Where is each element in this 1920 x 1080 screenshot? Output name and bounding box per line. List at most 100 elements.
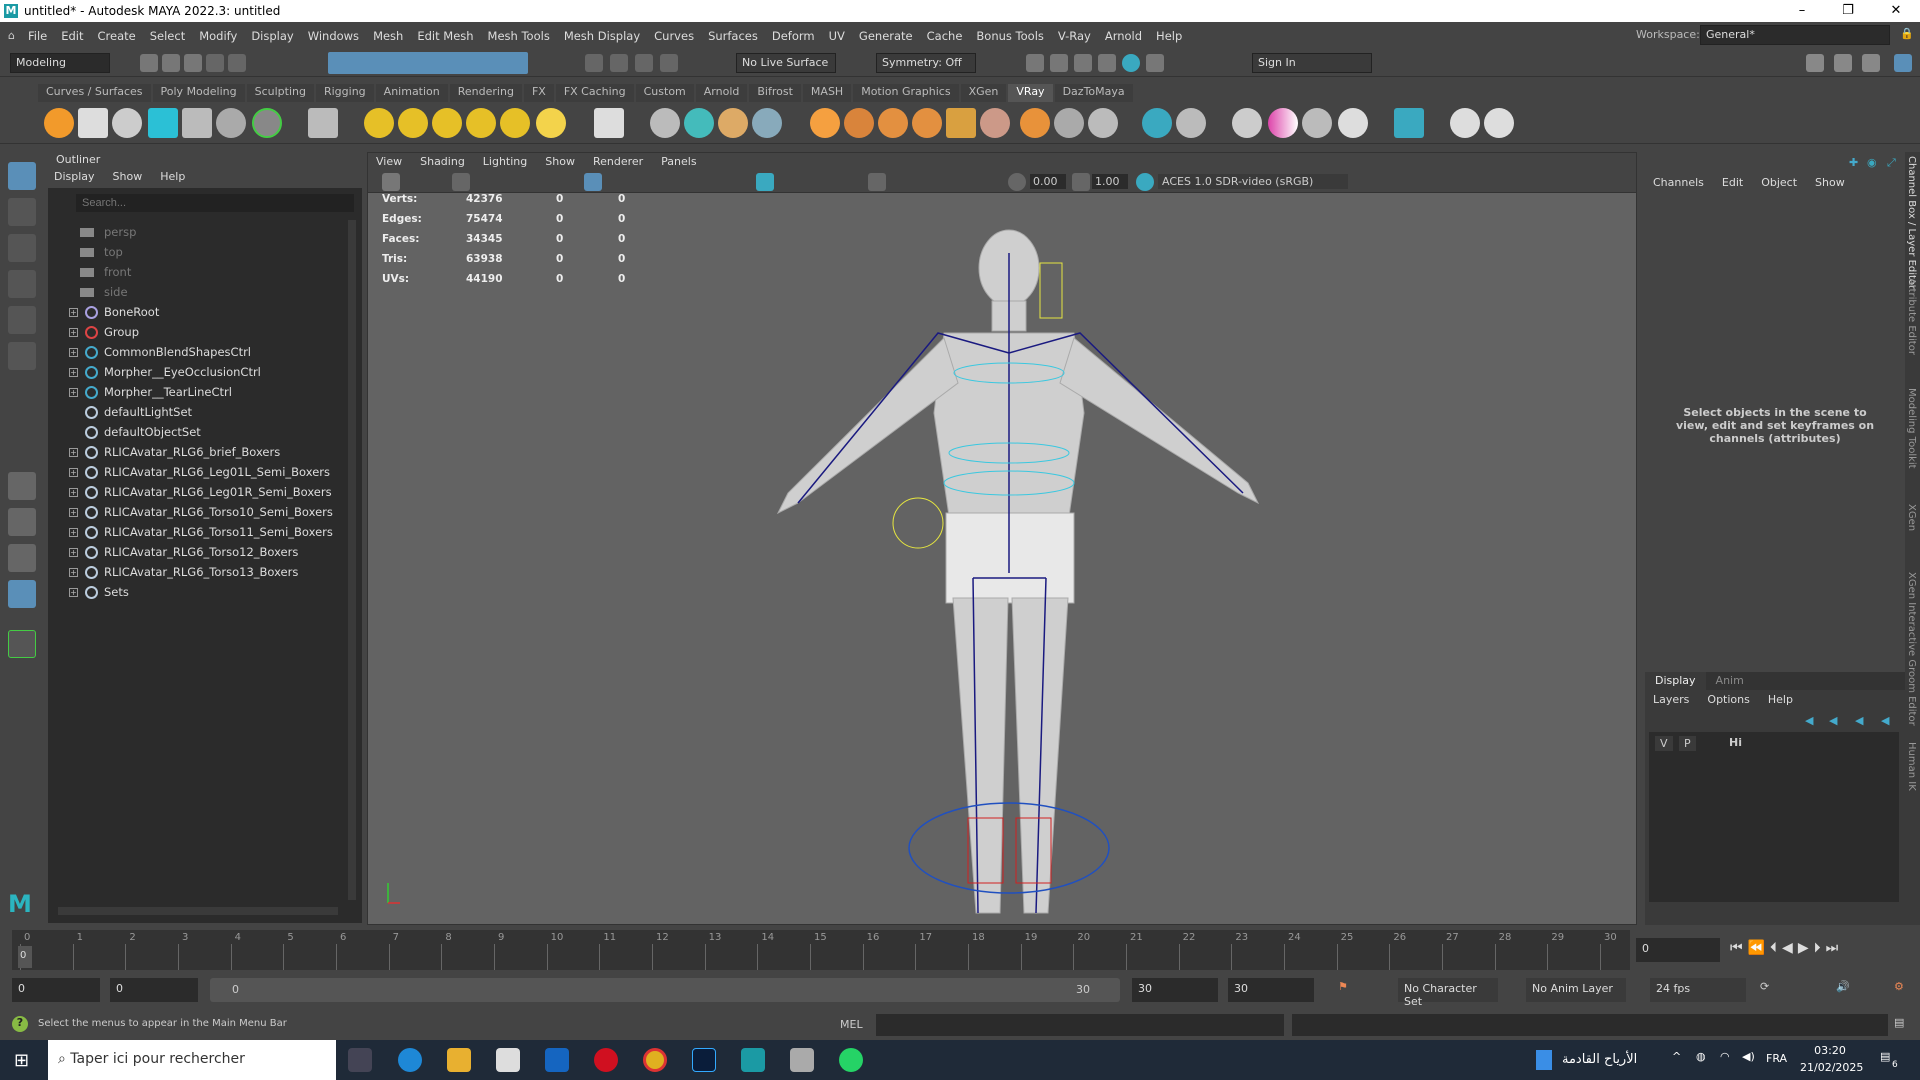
chrome-icon[interactable] <box>643 1048 667 1072</box>
layout-icon[interactable] <box>1394 108 1424 138</box>
save-scene-icon[interactable] <box>184 54 202 72</box>
side-tab-xgen[interactable]: XGen <box>1906 504 1917 531</box>
outliner-item[interactable]: + CommonBlendShapesCtrl <box>48 342 338 362</box>
volume-icon[interactable]: ◀) <box>1742 1050 1755 1063</box>
side-tab-xgen-interactive-groom-editor[interactable]: XGen Interactive Groom Editor <box>1906 572 1917 726</box>
menu-arnold[interactable]: Arnold <box>1098 29 1149 43</box>
outliner-item[interactable]: front <box>48 262 338 282</box>
ipr-render-icon[interactable] <box>1050 54 1068 72</box>
menu-display[interactable]: Display <box>244 29 300 43</box>
exposure-icon[interactable] <box>1008 173 1026 191</box>
displacement-icon[interactable] <box>844 108 874 138</box>
outliner-item[interactable]: + Morpher__EyeOcclusionCtrl <box>48 362 338 382</box>
ies-light-icon[interactable] <box>500 108 530 138</box>
mel-command-input[interactable] <box>876 1014 1284 1036</box>
plane-icon[interactable] <box>594 108 624 138</box>
sound-icon[interactable]: 🔊 <box>1836 980 1850 993</box>
smooth-shade-icon[interactable] <box>756 173 774 191</box>
shelf-tab-arnold[interactable]: Arnold <box>695 84 748 102</box>
anim-prefs-icon[interactable]: ⚙ <box>1894 980 1904 993</box>
pin-icon[interactable]: ✚ <box>1849 156 1858 169</box>
go-to-start-icon[interactable]: ⏮ <box>1730 940 1748 956</box>
four-view-layout-icon[interactable] <box>8 508 36 536</box>
layer-move-down-icon[interactable]: ◀ <box>1829 714 1837 727</box>
file-explorer-icon[interactable] <box>447 1048 471 1072</box>
outliner-search-input[interactable] <box>76 194 354 212</box>
expand-toggle-icon[interactable]: + <box>69 387 78 397</box>
object-properties-icon[interactable] <box>912 108 942 138</box>
grid-icon[interactable] <box>946 108 976 138</box>
mel-label[interactable]: MEL <box>840 1018 863 1031</box>
outliner-item[interactable]: + RLICAvatar_RLG6_Torso12_Boxers <box>48 542 338 562</box>
outliner-item[interactable]: side <box>48 282 338 302</box>
character-scene[interactable] <box>368 193 1636 923</box>
expand-toggle-icon[interactable]: + <box>69 447 78 457</box>
snap-curve-icon[interactable] <box>610 54 628 72</box>
shelf-tab-rendering[interactable]: Rendering <box>449 84 522 102</box>
maya-taskbar-icon[interactable] <box>741 1048 765 1072</box>
skeleton-icon[interactable] <box>148 108 178 138</box>
expand-toggle-icon[interactable]: + <box>69 307 78 317</box>
outliner-hscrollbar[interactable] <box>58 907 338 915</box>
go-to-end-icon[interactable]: ⏭ <box>1826 940 1844 956</box>
mesh-light-icon[interactable] <box>466 108 496 138</box>
channel-menu-channels[interactable]: Channels <box>1653 176 1704 189</box>
material-icon[interactable] <box>980 108 1010 138</box>
modeling-toolkit-icon[interactable] <box>1806 54 1824 72</box>
shelf-tab-sculpting[interactable]: Sculpting <box>246 84 314 102</box>
character-set-select[interactable]: No Character Set <box>1398 978 1498 1008</box>
maximize-button[interactable]: ❐ <box>1826 0 1870 22</box>
workspace-select[interactable]: General* <box>1700 25 1890 45</box>
current-frame-field[interactable]: 0 <box>1636 938 1720 962</box>
outliner-item[interactable]: top <box>48 242 338 262</box>
proxy-export-icon[interactable] <box>684 108 714 138</box>
shelf-tab-animation[interactable]: Animation <box>375 84 448 102</box>
face-icon[interactable] <box>112 108 142 138</box>
lasso-tool-icon[interactable] <box>8 198 36 226</box>
shelf-tab-poly-modeling[interactable]: Poly Modeling <box>152 84 245 102</box>
shelf-tab-bifrost[interactable]: Bifrost <box>749 84 801 102</box>
vfb-icon[interactable] <box>1142 108 1172 138</box>
menu-create[interactable]: Create <box>91 29 143 43</box>
proxy-icon[interactable] <box>650 108 680 138</box>
side-tab-modeling-toolkit[interactable]: Modeling Toolkit <box>1906 388 1917 469</box>
play-back-icon[interactable]: ◀ <box>1782 940 1798 956</box>
viewport-menu-panels[interactable]: Panels <box>661 155 696 169</box>
taskbar-search-box[interactable]: ⌕ Taper ici pour rechercher <box>48 1040 336 1080</box>
channel-menu-show[interactable]: Show <box>1815 176 1845 189</box>
layer-tab-display[interactable]: Display <box>1645 672 1706 690</box>
shelf-tab-xgen[interactable]: XGen <box>960 84 1007 102</box>
viewport-menu-renderer[interactable]: Renderer <box>593 155 643 169</box>
live-surface-field[interactable]: No Live Surface <box>736 53 836 73</box>
expand-toggle-icon[interactable]: + <box>69 327 78 337</box>
channel-menu-object[interactable]: Object <box>1761 176 1797 189</box>
end-time-field[interactable]: 30 <box>1132 978 1218 1002</box>
cosmos-icon[interactable] <box>1176 108 1206 138</box>
undo-icon[interactable] <box>206 54 224 72</box>
shelf-tab-rigging[interactable]: Rigging <box>315 84 374 102</box>
script-editor-icon[interactable]: ▤ <box>1894 1016 1904 1029</box>
joint-tool-icon[interactable] <box>78 108 108 138</box>
notification-icon[interactable]: ▤ <box>1880 1050 1890 1063</box>
opera-icon[interactable] <box>594 1048 618 1072</box>
render-frame-icon[interactable] <box>1026 54 1044 72</box>
clock-date[interactable]: 21/02/2025 <box>1800 1061 1863 1074</box>
vray-ipr-icon[interactable] <box>1146 54 1164 72</box>
menu-v-ray[interactable]: V-Ray <box>1051 29 1098 43</box>
outliner-item[interactable]: + RLICAvatar_RLG6_Torso10_Semi_Boxers <box>48 502 338 522</box>
move-tool-icon[interactable] <box>8 270 36 298</box>
viewport-menu-view[interactable]: View <box>376 155 402 169</box>
new-scene-icon[interactable] <box>140 54 158 72</box>
outliner-item[interactable]: persp <box>48 222 338 242</box>
vrscene-icon[interactable] <box>718 108 748 138</box>
tool-settings-icon[interactable] <box>1862 54 1880 72</box>
anim-start-field[interactable]: 0 <box>110 978 198 1002</box>
menu-surfaces[interactable]: Surfaces <box>701 29 765 43</box>
channel-menu-edit[interactable]: Edit <box>1722 176 1743 189</box>
hypershade-icon[interactable] <box>1098 54 1116 72</box>
outliner-item[interactable]: + RLICAvatar_RLG6_Leg01L_Semi_Boxers <box>48 462 338 482</box>
outliner-item[interactable]: + RLICAvatar_RLG6_Torso11_Semi_Boxers <box>48 522 338 542</box>
store-icon[interactable] <box>496 1048 520 1072</box>
tool-icon[interactable] <box>1232 108 1262 138</box>
outlook-icon[interactable] <box>545 1048 569 1072</box>
